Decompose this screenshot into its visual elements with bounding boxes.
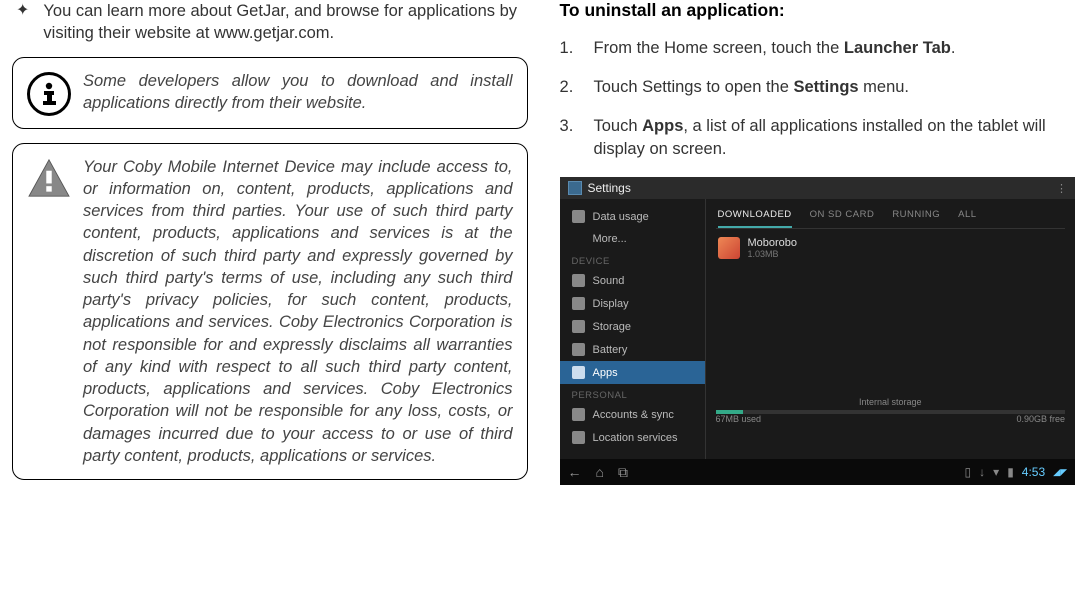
sidebar-item-apps[interactable]: Apps [560,361,705,384]
info-i-icon [27,72,71,116]
steps-list: From the Home screen, touch the Launcher… [560,37,1076,161]
sidebar-item-sound[interactable]: Sound [560,269,705,292]
settings-screenshot: Settings ⋮ Data usage More... DEVICE Sou… [560,177,1076,485]
apps-icon [572,366,585,379]
warning-icon [27,158,71,203]
warning-box-thirdparty: Your Coby Mobile Internet Device may inc… [12,143,528,481]
battery-icon [572,343,585,356]
sidebar-item-data-usage[interactable]: Data usage [560,205,705,228]
tab-onsd[interactable]: ON SD CARD [810,209,875,220]
app-size: 1.03MB [748,249,798,259]
menu-dots-icon[interactable]: ⋮ [1056,182,1067,195]
location-icon [572,431,585,444]
sidebar-item-location[interactable]: Location services [560,426,705,449]
tab-running[interactable]: RUNNING [892,209,940,220]
app-icon [718,237,740,259]
display-icon [572,297,585,310]
wifi-icon: ▾ [993,465,999,479]
sidebar-item-battery[interactable]: Battery [560,338,705,361]
section-device: DEVICE [560,250,705,269]
ss-tabs: DOWNLOADED ON SD CARD RUNNING ALL [716,205,1066,229]
recent-icon[interactable]: ⧉ [618,464,628,481]
sidebar-item-storage[interactable]: Storage [560,315,705,338]
section-personal: PERSONAL [560,384,705,403]
step-2: Touch Settings to open the Settings menu… [560,76,1076,99]
star-icon: ✦ [16,0,29,45]
warning-text: Your Coby Mobile Internet Device may inc… [83,156,513,468]
info-icon [27,72,71,116]
uninstall-heading: To uninstall an application: [560,0,1076,21]
bullet-text: You can learn more about GetJar, and bro… [43,0,527,45]
app-list-item[interactable]: Moborobo 1.03MB [716,229,1066,267]
sidebar-item-display[interactable]: Display [560,292,705,315]
step-1: From the Home screen, touch the Launcher… [560,37,1076,60]
sound-icon [572,274,585,287]
ss-main: DOWNLOADED ON SD CARD RUNNING ALL Moboro… [705,199,1076,459]
storage-used: 67MB used [716,414,762,424]
status-icon-1: ▯ [965,465,972,479]
right-column: To uninstall an application: From the Ho… [544,0,1087,603]
ss-sidebar: Data usage More... DEVICE Sound Display … [560,199,705,459]
storage-free: 0.90GB free [1016,414,1065,424]
sidebar-item-accounts[interactable]: Accounts & sync [560,403,705,426]
storage-summary: Internal storage 67MB used 0.90GB free [716,397,1066,424]
back-icon[interactable]: ← [568,464,582,481]
status-icon-2: ↓ [979,465,985,479]
settings-header-icon [568,181,582,195]
home-icon[interactable]: ⌂ [596,464,604,481]
storage-bar [716,410,1066,414]
storage-icon [572,320,585,333]
sidebar-item-more[interactable]: More... [560,228,705,250]
sync-icon [572,408,585,421]
info-text-1: Some developers allow you to download an… [83,70,513,115]
info-box-developers: Some developers allow you to download an… [12,57,528,129]
app-name: Moborobo [748,237,798,249]
ss-header: Settings ⋮ [560,177,1076,199]
clock-ampm-icon: ◢◤ [1053,467,1067,478]
battery-status-icon: ▮ [1007,465,1014,479]
storage-label: Internal storage [716,397,1066,407]
bullet-getjar: ✦ You can learn more about GetJar, and b… [12,0,528,45]
tab-all[interactable]: ALL [958,209,976,220]
clock: 4:53 [1022,465,1045,479]
ss-navbar: ← ⌂ ⧉ ▯ ↓ ▾ ▮ 4:53 ◢◤ [560,459,1076,485]
left-column: ✦ You can learn more about GetJar, and b… [0,0,544,603]
ss-body: Data usage More... DEVICE Sound Display … [560,199,1076,459]
tab-downloaded[interactable]: DOWNLOADED [718,209,792,228]
data-icon [572,210,585,223]
ss-title: Settings [588,181,631,195]
step-3: Touch Apps, a list of all applications i… [560,115,1076,161]
